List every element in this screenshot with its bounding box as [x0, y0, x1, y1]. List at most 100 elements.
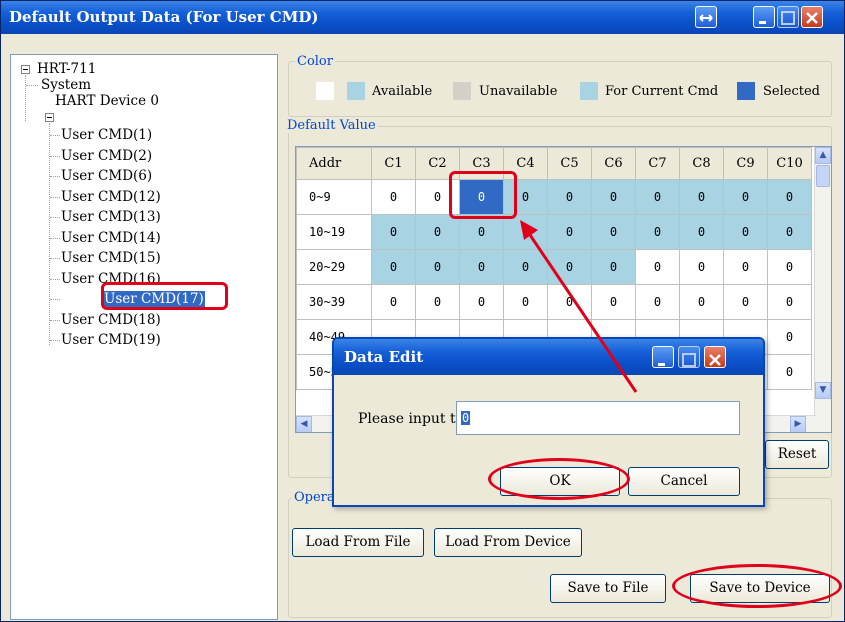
value-cell[interactable]: 0	[503, 284, 548, 320]
table-row: 0~9 0 0 0 0 0 0 0 0 0 0	[296, 179, 812, 215]
highlight-box-tree	[101, 282, 228, 310]
value-cell[interactable]: 0	[591, 284, 636, 320]
value-cell[interactable]: 0	[503, 249, 548, 285]
column-header: Addr	[296, 147, 372, 180]
value-cell[interactable]: 0	[723, 249, 768, 285]
value-cell[interactable]: 0	[767, 179, 812, 215]
minimize-icon[interactable]	[753, 6, 775, 28]
value-cell[interactable]: 0	[591, 179, 636, 215]
legend-selected: Selected	[763, 84, 820, 99]
legend-current-cmd: For Current Cmd	[605, 84, 719, 99]
value-cell[interactable]: 0	[679, 214, 724, 250]
legend-swatch-current	[580, 82, 598, 100]
value-cell[interactable]: 0	[415, 214, 460, 250]
value-cell[interactable]: 0	[415, 284, 460, 320]
value-cell[interactable]: 0	[503, 214, 548, 250]
highlight-oval-ok	[488, 458, 630, 500]
maximize-icon[interactable]	[777, 6, 799, 28]
value-cell[interactable]: 0	[679, 284, 724, 320]
highlight-oval-save-device	[672, 564, 842, 608]
scroll-thumb[interactable]	[816, 165, 830, 187]
tree-item-device[interactable]: HART Device 0	[55, 93, 159, 109]
value-cell[interactable]: 0	[635, 284, 680, 320]
value-cell[interactable]: 0	[371, 284, 416, 320]
tree-root[interactable]: HRT-711	[37, 61, 96, 77]
number-input[interactable]: 0	[456, 401, 740, 435]
column-header: C10	[767, 147, 812, 180]
scroll-up-icon[interactable]: ▲	[815, 147, 831, 164]
close-icon[interactable]	[704, 346, 726, 368]
tree-item-cmd[interactable]: User CMD(13)	[61, 209, 161, 225]
reset-button[interactable]: Reset	[765, 440, 829, 469]
column-header: C8	[679, 147, 724, 180]
value-cell[interactable]: 0	[591, 249, 636, 285]
tree-item-cmd[interactable]: User CMD(6)	[61, 168, 152, 184]
dialog-title-bar: Data Edit	[334, 339, 763, 375]
tree-item-cmd[interactable]: User CMD(1)	[61, 127, 152, 143]
value-cell[interactable]: 0	[547, 214, 592, 250]
addr-cell: 10~19	[296, 214, 372, 250]
column-header: C9	[723, 147, 768, 180]
table-row: 10~19 0 0 0 0 0 0 0 0 0 0	[296, 214, 812, 250]
maximize-icon[interactable]	[678, 346, 700, 368]
value-cell[interactable]: 0	[635, 214, 680, 250]
title-bar: Default Output Data (For User CMD)	[1, 1, 844, 34]
value-cell[interactable]: 0	[723, 179, 768, 215]
value-cell[interactable]: 0	[723, 284, 768, 320]
color-group-title: Color	[295, 54, 335, 69]
resize-icon[interactable]	[695, 6, 717, 28]
value-cell[interactable]: 0	[767, 214, 812, 250]
scroll-down-icon[interactable]: ▼	[815, 382, 831, 399]
tree-item-cmd[interactable]: User CMD(14)	[61, 230, 161, 246]
value-cell[interactable]: 0	[371, 214, 416, 250]
value-cell[interactable]: 0	[591, 214, 636, 250]
value-cell[interactable]: 0	[679, 249, 724, 285]
tree-item-cmd[interactable]: User CMD(12)	[61, 189, 161, 205]
value-cell[interactable]: 0	[767, 284, 812, 320]
column-header: C1	[371, 147, 416, 180]
cancel-button[interactable]: Cancel	[628, 467, 740, 496]
tree-item-cmd[interactable]: User CMD(19)	[61, 332, 161, 348]
number-input-value: 0	[461, 411, 471, 425]
scroll-right-icon[interactable]: ▶	[790, 416, 806, 432]
table-row: 20~29 0 0 0 0 0 0 0 0 0 0	[296, 249, 812, 285]
value-cell[interactable]: 0	[547, 249, 592, 285]
minimize-icon[interactable]	[652, 346, 674, 368]
value-cell[interactable]: 0	[635, 179, 680, 215]
default-value-title: Default Value	[285, 118, 378, 133]
load-from-device-button[interactable]: Load From Device	[434, 528, 582, 557]
value-cell[interactable]: 0	[371, 179, 416, 215]
close-icon[interactable]	[801, 6, 823, 28]
value-cell[interactable]: 0	[547, 284, 592, 320]
value-cell[interactable]: 0	[459, 214, 504, 250]
tree-item-cmd[interactable]: User CMD(18)	[61, 312, 161, 328]
scroll-left-icon[interactable]: ◀	[296, 416, 312, 432]
value-cell[interactable]: 0	[635, 249, 680, 285]
value-cell[interactable]: 0	[371, 249, 416, 285]
window-title: Default Output Data (For User CMD)	[9, 8, 319, 26]
value-cell[interactable]: 0	[767, 249, 812, 285]
legend-swatch-available	[347, 82, 365, 100]
device-tree[interactable]: HRT-711 System HART Device 0 User CMD(1)…	[10, 54, 278, 620]
collapse-icon[interactable]	[21, 65, 30, 74]
value-cell[interactable]: 0	[547, 179, 592, 215]
addr-cell: 0~9	[296, 179, 372, 215]
save-to-file-button[interactable]: Save to File	[550, 574, 666, 603]
collapse-icon[interactable]	[45, 113, 54, 122]
value-cell[interactable]: 0	[723, 214, 768, 250]
value-cell[interactable]: 0	[415, 249, 460, 285]
legend-swatch-selected	[737, 82, 755, 100]
tree-item-cmd[interactable]: User CMD(2)	[61, 148, 152, 164]
load-from-file-button[interactable]: Load From File	[292, 528, 424, 557]
table-row: 30~39 0 0 0 0 0 0 0 0 0 0	[296, 284, 812, 320]
addr-cell: 30~39	[296, 284, 372, 320]
value-cell[interactable]: 0	[459, 249, 504, 285]
legend-swatch-unavailable	[453, 82, 471, 100]
value-cell[interactable]: 0	[767, 319, 812, 355]
vertical-scrollbar[interactable]: ▲ ▼	[814, 147, 831, 432]
value-cell[interactable]: 0	[459, 284, 504, 320]
tree-item-system[interactable]: System	[41, 77, 91, 93]
value-cell[interactable]: 0	[767, 354, 812, 390]
tree-item-cmd[interactable]: User CMD(15)	[61, 250, 161, 266]
value-cell[interactable]: 0	[679, 179, 724, 215]
